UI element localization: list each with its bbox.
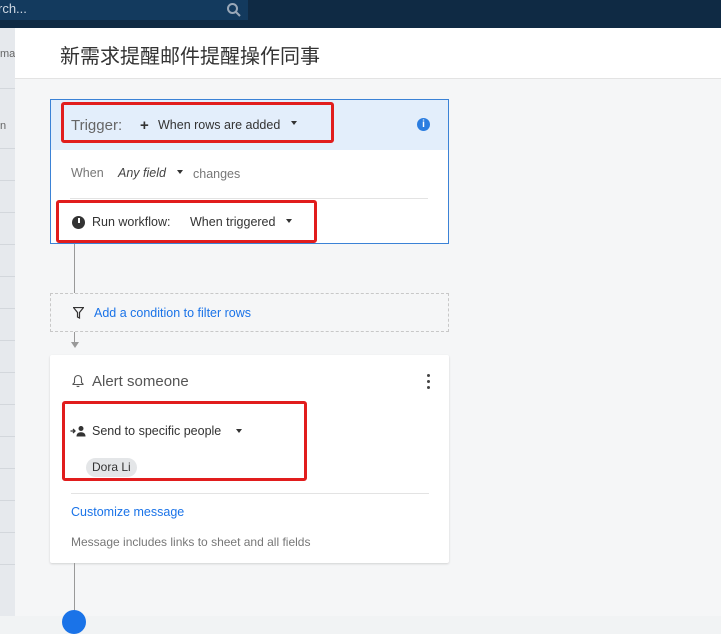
connector-line [74, 244, 75, 293]
grid-line [0, 468, 15, 469]
highlight-box [56, 200, 317, 243]
grid-line [0, 500, 15, 501]
grid-line [0, 340, 15, 341]
kebab-dot [426, 380, 430, 383]
connector-line [74, 563, 75, 616]
grid-line [0, 244, 15, 245]
add-condition-link[interactable]: Add a condition to filter rows [94, 306, 251, 320]
grid-line [0, 212, 15, 213]
filter-condition-box[interactable]: Add a condition to filter rows [50, 293, 449, 332]
search-icon[interactable] [226, 2, 242, 18]
sheet-fragment-text: n [0, 120, 7, 132]
grid-line [0, 88, 15, 89]
divider [70, 198, 428, 199]
grid-line [0, 404, 15, 405]
sheet-background-strip: ma n [0, 28, 15, 616]
bell-icon [72, 374, 84, 388]
when-label: When [71, 166, 104, 180]
alert-title: Alert someone [92, 373, 189, 390]
search-box[interactable]: rch... [0, 0, 248, 20]
add-step-button[interactable] [62, 610, 86, 634]
customize-message-link[interactable]: Customize message [71, 505, 184, 519]
sheet-fragment-text: ma [0, 48, 16, 60]
grid-line [0, 532, 15, 533]
caret-down-icon[interactable] [177, 170, 183, 174]
grid-line [0, 372, 15, 373]
message-note: Message includes links to sheet and all … [71, 535, 311, 549]
arrow-down-icon [70, 342, 79, 348]
more-vert-icon[interactable] [425, 374, 431, 390]
grid-line [0, 180, 15, 181]
divider [71, 493, 429, 494]
highlight-box [62, 401, 307, 481]
kebab-dot [426, 374, 430, 377]
info-icon[interactable]: i [417, 118, 430, 131]
grid-line [0, 308, 15, 309]
grid-line [0, 564, 15, 565]
kebab-dot [426, 386, 430, 389]
field-dropdown[interactable]: Any field [118, 166, 166, 180]
changes-label: changes [193, 167, 241, 181]
search-input-text: rch... [0, 1, 27, 16]
dialog-header: 新需求提醒邮件提醒操作同事 [15, 28, 721, 79]
grid-line [0, 148, 15, 149]
highlight-box [61, 102, 334, 143]
workflow-title[interactable]: 新需求提醒邮件提醒操作同事 [60, 40, 320, 69]
grid-line [0, 276, 15, 277]
grid-line [0, 436, 15, 437]
filter-icon [73, 307, 84, 319]
top-app-bar: rch... [0, 0, 721, 28]
